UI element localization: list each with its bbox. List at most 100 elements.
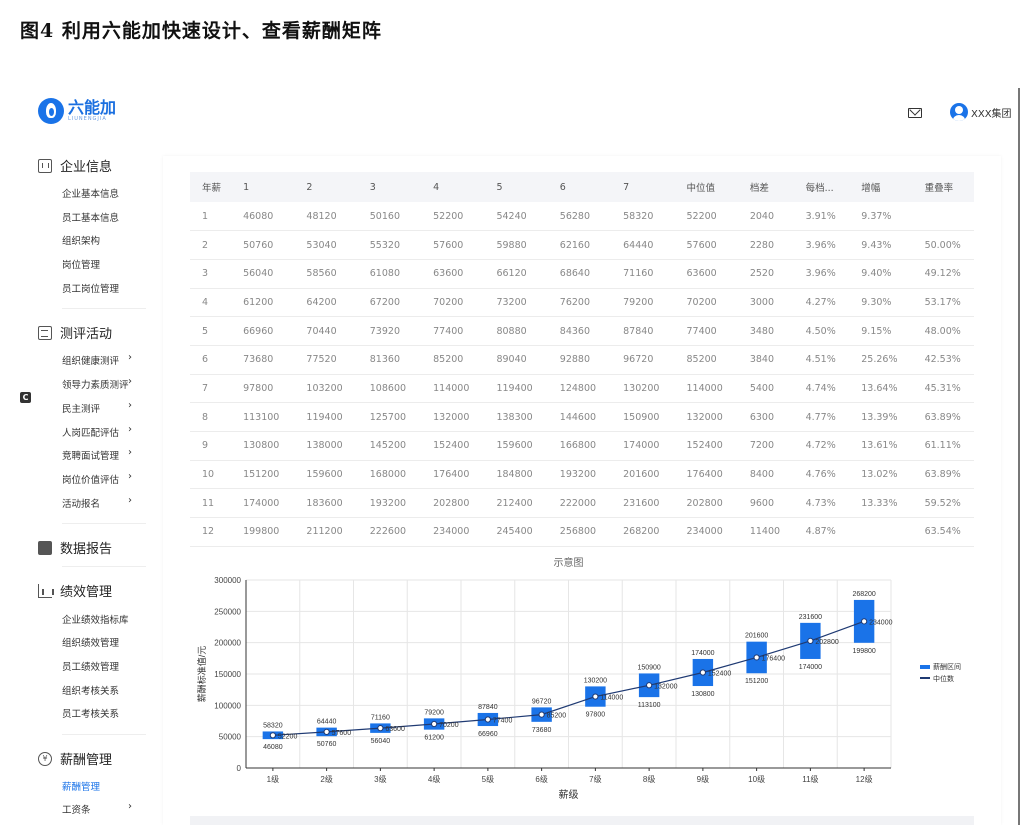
median-label: 202800 <box>815 639 838 646</box>
brand-logo[interactable]: 六能加 LIUNENGJIA <box>38 98 116 124</box>
sidebar-item-kpi-library[interactable]: 企业绩效指标库 <box>62 612 129 626</box>
sidebar-group-compensation[interactable]: ¥ 薪酬管理 <box>38 749 112 768</box>
table-cell: 2280 <box>735 230 792 260</box>
salary-matrix-table: 年薪 1 2 3 4 5 6 7 中位值 档差 每档... 增幅 重叠率 1 46080 48120 5016… <box>190 172 974 547</box>
column-header: 中位值 <box>672 172 736 202</box>
table-cell: 4.51% <box>791 345 848 375</box>
sidebar-item-job-value[interactable]: 岗位价值评估 <box>62 472 119 486</box>
table-cell: 9.43% <box>847 230 911 260</box>
sidebar-item-positions[interactable]: 岗位管理 <box>62 257 100 271</box>
column-header: 3 <box>355 172 420 202</box>
sidebar-item-org-performance[interactable]: 组织绩效管理 <box>62 635 119 649</box>
sidebar-group-performance[interactable]: 绩效管理 <box>38 581 112 600</box>
table-cell: 13.02% <box>847 460 911 490</box>
table-cell: 13.64% <box>847 374 911 404</box>
table-cell: 96720 <box>609 345 673 375</box>
sidebar-item-employee-review[interactable]: 员工考核关系 <box>62 706 119 720</box>
table-cell: 138000 <box>292 431 356 461</box>
sidebar-item-company-info[interactable]: 企业基本信息 <box>62 186 119 200</box>
sidebar-item-org-health[interactable]: 组织健康测评 <box>62 353 119 367</box>
table-cell: 11400 <box>735 517 792 547</box>
median-point <box>269 732 276 739</box>
table-row: 2 50760 53040 55320 57600 59880 62160 64440 5760… <box>190 230 974 260</box>
y-tick-label: 200000 <box>214 639 241 648</box>
bar-min-label: 199800 <box>852 648 875 655</box>
table-cell: 152400 <box>419 431 483 461</box>
sidebar-item-org-review[interactable]: 组织考核关系 <box>62 683 119 697</box>
legend-swatch-range <box>920 665 930 669</box>
x-tick-label: 2级 <box>320 774 332 784</box>
table-cell: 119400 <box>482 374 546 404</box>
mail-icon[interactable] <box>908 108 922 118</box>
column-header: 增幅 <box>847 172 911 202</box>
sidebar-divider <box>62 308 146 309</box>
sidebar-item-employee-positions[interactable]: 员工岗位管理 <box>62 281 119 295</box>
median-label: 70200 <box>439 722 459 729</box>
median-label: 52200 <box>278 733 298 740</box>
chevron-right-icon: › <box>128 801 132 812</box>
table-cell: 87840 <box>609 316 673 346</box>
sidebar-group-assessment[interactable]: 测评活动 <box>38 323 112 342</box>
table-cell: 54240 <box>482 202 546 232</box>
sidebar-item-employee-performance[interactable]: 员工绩效管理 <box>62 659 119 673</box>
table-cell: 124800 <box>545 374 610 404</box>
user-menu[interactable]: XXX集团 <box>950 103 1012 121</box>
company-name: XXX集团 <box>971 108 1012 120</box>
x-axis-label: 薪级 <box>559 789 579 801</box>
chevron-right-icon: › <box>128 424 132 435</box>
sidebar-item-signup[interactable]: 活动报名 <box>62 496 100 510</box>
table-cell: 174000 <box>609 431 673 461</box>
chevron-right-icon: › <box>128 447 132 458</box>
sidebar-item-employee-info[interactable]: 员工基本信息 <box>62 210 119 224</box>
sidebar-item-job-match[interactable]: 人岗匹配评估 <box>62 425 119 439</box>
chevron-right-icon: › <box>128 471 132 482</box>
sidebar-group-reports[interactable]: 数据报告 <box>38 538 112 557</box>
table-cell: 114000 <box>419 374 483 404</box>
file-icon <box>38 540 52 555</box>
bar-max-label: 58320 <box>263 722 283 729</box>
table-cell: 97800 <box>229 374 293 404</box>
median-label: 85200 <box>547 713 567 720</box>
table-cell: 130200 <box>609 374 673 404</box>
bottom-section <box>190 816 974 825</box>
table-cell: 9.40% <box>847 259 911 289</box>
legend-label: 薪酬区间 <box>933 662 961 671</box>
sidebar-group-company[interactable]: 企业信息 <box>38 156 112 175</box>
sidebar-item-interview[interactable]: 竞聘面试管理 <box>62 448 119 462</box>
sidebar-item-compensation[interactable]: 薪酬管理 <box>62 779 100 793</box>
median-point <box>377 725 384 732</box>
table-row: 10 151200 159600 168000 176400 184800 193200 20… <box>190 460 974 490</box>
median-label: 77400 <box>493 717 513 724</box>
table-cell: 64200 <box>292 288 356 318</box>
table-cell: 4.72% <box>791 431 848 461</box>
table-cell: 4.73% <box>791 488 848 519</box>
table-row: 4 61200 64200 67200 70200 73200 76200 79200 7020… <box>190 288 974 318</box>
page-scrollbar[interactable] <box>1018 88 1020 825</box>
table-cell: 58560 <box>292 259 356 289</box>
column-header: 5 <box>482 172 546 202</box>
table-cell: 77400 <box>419 316 483 346</box>
table-cell: 132000 <box>672 402 736 432</box>
y-tick-label: 0 <box>237 764 242 773</box>
table-cell: 193200 <box>355 488 420 519</box>
table-cell: 114000 <box>672 374 736 404</box>
table-cell: 4 <box>190 288 230 318</box>
table-cell: 9.15% <box>847 316 911 346</box>
median-point <box>861 618 868 625</box>
table-body: 1 46080 48120 50160 52200 54240 56280 58320 5220… <box>190 202 974 547</box>
median-label: 132000 <box>654 683 677 690</box>
y-tick-label: 50000 <box>219 733 242 742</box>
sidebar-item-leadership[interactable]: 领导力素质测评 <box>62 377 129 391</box>
bar-max-label: 130200 <box>584 677 607 684</box>
table-cell: 10 <box>190 460 230 490</box>
sidebar-item-org-structure[interactable]: 组织架构 <box>62 233 100 247</box>
bar-min-label: 61200 <box>424 735 444 742</box>
table-cell: 222600 <box>355 517 420 547</box>
sidebar-item-democratic[interactable]: 民主测评 <box>62 401 100 415</box>
table-cell: 73920 <box>355 316 420 346</box>
table-cell: 9.30% <box>847 288 911 318</box>
sidebar-item-payslip[interactable]: 工资条 <box>62 802 91 816</box>
chart-svg: 示意图 0 50000 100000 150000 200000 250000 300000 1… <box>196 556 961 801</box>
bar-max-label: 79200 <box>424 709 444 716</box>
y-axis-label: 薪酬标准值/元 <box>196 646 207 703</box>
